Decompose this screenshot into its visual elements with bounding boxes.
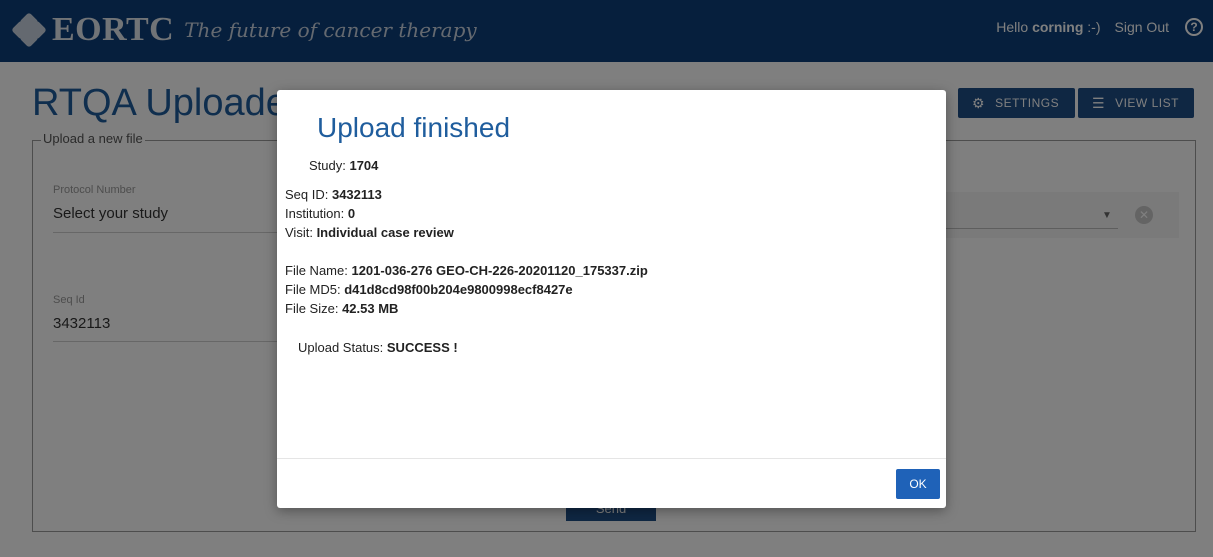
visit-label: Visit: [285,225,317,240]
file-name-value: 1201-036-276 GEO-CH-226-20201120_175337.… [351,263,648,278]
seq-id-line: Seq ID: 3432113 [285,187,382,202]
file-name-line: File Name: 1201-036-276 GEO-CH-226-20201… [285,263,648,278]
seq-id-value: 3432113 [331,187,382,202]
ok-button[interactable]: OK [896,469,940,499]
study-value: 1704 [349,158,379,173]
institution-value: 0 [347,206,356,221]
upload-status-value: SUCCESS ! [386,340,458,355]
file-size-line: File Size: 42.53 MB [285,301,398,316]
file-size-label: File Size: [285,301,343,316]
seq-id-label: Seq ID: [285,187,332,202]
dialog-footer-divider [277,458,946,459]
visit-value: Individual case review [316,225,454,240]
study-label: Study: [309,158,350,173]
upload-finished-dialog: Upload finished Study: 1704 Seq ID: 3432… [277,90,946,508]
file-md5-label: File MD5: [285,282,345,297]
upload-status-label: Upload Status: [298,340,387,355]
institution-label: Institution: [285,206,348,221]
file-name-label: File Name: [285,263,352,278]
visit-line: Visit: Individual case review [285,225,454,240]
study-line: Study: 1704 [309,158,378,173]
file-size-value: 42.53 MB [342,301,399,316]
dialog-title: Upload finished [317,112,511,143]
file-md5-value: d41d8cd98f00b204e9800998ecf8427e [344,282,573,297]
institution-line: Institution: 0 [285,206,355,221]
file-md5-line: File MD5: d41d8cd98f00b204e9800998ecf842… [285,282,573,297]
upload-status-line: Upload Status: SUCCESS ! [298,340,458,355]
